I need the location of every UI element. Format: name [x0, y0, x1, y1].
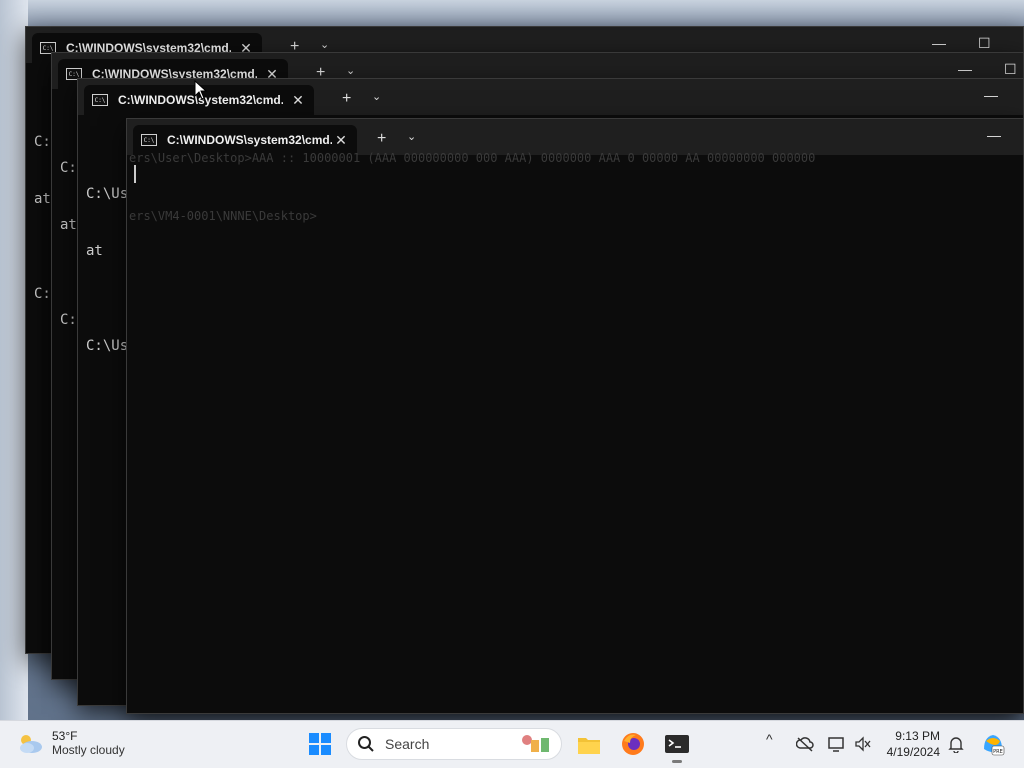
tab-dropdown-button[interactable]: ⌄ [407, 130, 416, 143]
search-label: Search [385, 736, 430, 752]
terminal-line: C:\Us [86, 338, 129, 354]
new-tab-button[interactable]: + [342, 90, 351, 108]
weather-widget[interactable]: 53°F Mostly cloudy [16, 729, 125, 757]
cloud-offline-icon[interactable] [796, 736, 814, 752]
svg-text:PRE: PRE [993, 749, 1003, 755]
tab-close-button[interactable]: ✕ [290, 92, 306, 109]
taskbar-search[interactable]: Search [346, 728, 562, 760]
search-highlight-icon [522, 735, 549, 752]
terminal-output: C:\Us at C:\Us [86, 147, 128, 394]
desktop-left-strip [0, 0, 28, 720]
network-icon[interactable] [828, 736, 846, 752]
terminal-icon[interactable] [664, 731, 690, 757]
weather-temp: 53°F [52, 729, 78, 743]
firefox-icon[interactable] [620, 731, 646, 757]
minimize-button[interactable]: — [958, 61, 972, 77]
text-cursor [134, 165, 136, 183]
new-tab-button[interactable]: + [377, 130, 386, 148]
tray-chevron-icon[interactable]: ^ [766, 731, 773, 747]
cmd-icon: C:\ [141, 134, 157, 146]
terminal-line: C:\Us [86, 186, 129, 202]
cmd-icon: C:\ [92, 94, 108, 106]
taskbar-clock[interactable]: 9:13 PM 4/19/2024 [880, 728, 940, 760]
clock-date: 4/19/2024 [886, 745, 940, 759]
search-icon [358, 736, 374, 752]
tab-dropdown-button[interactable]: ⌄ [320, 38, 329, 51]
copilot-icon[interactable]: PRE [980, 731, 1006, 757]
title-bar[interactable]: C:\ C:\WINDOWS\system32\cmd. ✕ + ⌄ — [127, 119, 1023, 155]
weather-desc: Mostly cloudy [52, 743, 125, 757]
cmd-window-4[interactable]: C:\ C:\WINDOWS\system32\cmd. ✕ + ⌄ — ers… [126, 118, 1024, 714]
title-bar[interactable]: C:\ C:\WINDOWS\system32\cmd. ✕ + ⌄ — [78, 79, 1023, 115]
terminal-line: at [86, 243, 103, 259]
file-explorer-icon[interactable] [576, 731, 602, 757]
maximize-button[interactable]: ☐ [978, 35, 991, 52]
minimize-button[interactable]: — [984, 87, 998, 103]
minimize-button[interactable]: — [932, 35, 946, 51]
tab-dropdown-button[interactable]: ⌄ [372, 90, 381, 103]
mouse-pointer-icon [194, 80, 208, 100]
faint-terminal-line: ers\User\Desktop>AAA :: 10000001 (AAA 00… [129, 151, 816, 165]
minimize-button[interactable]: — [987, 127, 1001, 143]
volume-muted-icon[interactable] [854, 736, 872, 752]
tab-close-button[interactable]: ✕ [333, 132, 349, 149]
maximize-button[interactable]: ☐ [1004, 61, 1017, 78]
notification-bell-icon[interactable] [948, 735, 964, 753]
tab-dropdown-button[interactable]: ⌄ [346, 64, 355, 77]
clock-time: 9:13 PM [895, 729, 940, 743]
faint-terminal-line: ers\VM4-0001\NNNE\Desktop> [129, 209, 317, 223]
tab-title: C:\WINDOWS\system32\cmd. [167, 133, 332, 147]
partly-cloudy-icon [20, 735, 42, 753]
active-app-indicator [672, 760, 682, 763]
windows-start-icon[interactable] [308, 732, 332, 756]
desktop-top-strip [0, 0, 1024, 26]
